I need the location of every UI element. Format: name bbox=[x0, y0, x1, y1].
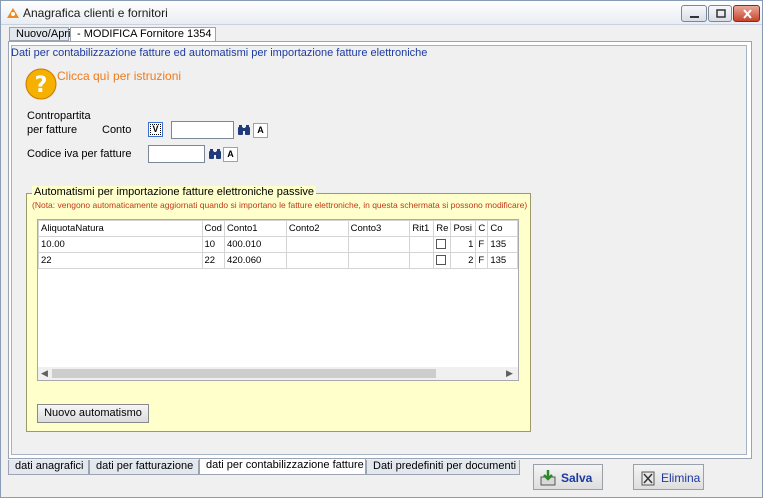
column-header[interactable]: Conto1 bbox=[223, 220, 287, 237]
window-title: Anagrafica clienti e fornitori bbox=[23, 6, 168, 20]
scrollbar-thumb[interactable] bbox=[52, 369, 436, 378]
cell-cod[interactable]: 22 bbox=[201, 252, 225, 269]
delete-label: Elimina bbox=[661, 471, 701, 485]
codice-iva-field[interactable] bbox=[148, 145, 205, 163]
title-bar[interactable]: Anagrafica clienti e fornitori bbox=[1, 1, 762, 25]
cell-aliquota[interactable]: 22 bbox=[38, 252, 203, 269]
column-header[interactable]: AliquotaNatura bbox=[38, 220, 203, 237]
cell-co[interactable]: 135 bbox=[487, 252, 518, 269]
column-header[interactable]: Co bbox=[487, 220, 518, 237]
close-button[interactable] bbox=[733, 5, 760, 22]
v-button[interactable]: V bbox=[148, 122, 163, 137]
minimize-icon bbox=[690, 16, 699, 18]
tab-modifica-fornitore[interactable]: - MODIFICA Fornitore 1354 bbox=[70, 27, 216, 42]
automatismi-grid[interactable]: AliquotaNatura Cod Conto1 Conto2 Conto3 … bbox=[37, 219, 519, 381]
cell-rit1[interactable] bbox=[409, 236, 435, 253]
save-icon bbox=[540, 470, 556, 486]
binoculars-icon[interactable] bbox=[208, 148, 222, 160]
automatismi-note: (Nota: vengono automaticamente aggiornat… bbox=[32, 200, 528, 210]
tab-dati-fatturazione[interactable]: dati per fatturazione bbox=[89, 460, 199, 475]
cell-conto3[interactable] bbox=[347, 252, 411, 269]
column-header[interactable]: C bbox=[475, 220, 489, 237]
tab-dati-contabilizzazione[interactable]: dati per contabilizzazione fatture bbox=[199, 459, 366, 475]
scroll-right-icon[interactable]: ▶ bbox=[506, 368, 513, 379]
save-button[interactable]: Salva bbox=[533, 464, 603, 490]
save-label: Salva bbox=[561, 471, 593, 485]
nuovo-automatismo-button[interactable]: Nuovo automatismo bbox=[37, 404, 149, 423]
tab-dati-anagrafici[interactable]: dati anagrafici bbox=[8, 460, 89, 475]
cell-re[interactable] bbox=[433, 236, 452, 253]
cell-conto1[interactable]: 420.060 bbox=[223, 252, 287, 269]
column-header[interactable]: Posi bbox=[450, 220, 477, 237]
tab-nuovo-apri[interactable]: Nuovo/Apri bbox=[9, 27, 70, 41]
conto-a-button[interactable]: A bbox=[253, 123, 268, 138]
cell-c[interactable]: F bbox=[475, 252, 489, 269]
scroll-left-icon[interactable]: ◀ bbox=[41, 368, 48, 379]
per-fatture-label: per fatture bbox=[27, 124, 78, 136]
minimize-button[interactable] bbox=[681, 5, 707, 22]
column-header[interactable]: Rit1 bbox=[409, 220, 435, 237]
automatismi-title: Automatismi per importazione fatture ele… bbox=[32, 186, 317, 198]
column-header[interactable]: Re bbox=[433, 220, 452, 237]
question-icon[interactable]: ? bbox=[25, 68, 57, 100]
cell-conto2[interactable] bbox=[285, 236, 349, 253]
cell-re[interactable] bbox=[433, 252, 452, 269]
maximize-icon bbox=[716, 9, 726, 18]
delete-button[interactable]: Elimina bbox=[633, 464, 704, 490]
table-row[interactable]: 22 22 420.060 2 F 135 bbox=[38, 252, 518, 269]
cell-conto2[interactable] bbox=[285, 252, 349, 269]
instructions-link[interactable]: Clicca quì per istruzioni bbox=[57, 69, 181, 83]
column-header[interactable]: Conto2 bbox=[285, 220, 349, 237]
re-checkbox[interactable] bbox=[436, 255, 447, 266]
cell-posi[interactable]: 2 bbox=[450, 252, 477, 269]
codice-iva-label: Codice iva per fatture bbox=[27, 148, 132, 160]
cell-co[interactable]: 135 bbox=[487, 236, 518, 253]
horizontal-scrollbar[interactable]: ◀ ▶ bbox=[38, 367, 518, 380]
codice-iva-a-button[interactable]: A bbox=[223, 147, 238, 162]
app-icon bbox=[7, 8, 19, 18]
contropartita-label: Contropartita bbox=[27, 110, 91, 122]
tab-dati-predefiniti[interactable]: Dati predefiniti per documenti bbox=[366, 460, 520, 475]
grid-header-row: AliquotaNatura Cod Conto1 Conto2 Conto3 … bbox=[38, 220, 518, 237]
close-icon bbox=[743, 9, 752, 19]
cell-cod[interactable]: 10 bbox=[201, 236, 225, 253]
binoculars-icon[interactable] bbox=[237, 124, 251, 136]
conto-field[interactable] bbox=[171, 121, 234, 139]
column-header[interactable]: Cod bbox=[201, 220, 225, 237]
section-header: Dati per contabilizzazione fatture ed au… bbox=[11, 47, 428, 59]
cell-c[interactable]: F bbox=[475, 236, 489, 253]
cell-conto1[interactable]: 400.010 bbox=[223, 236, 287, 253]
re-checkbox[interactable] bbox=[436, 239, 447, 250]
svg-text:?: ? bbox=[35, 73, 48, 98]
table-row[interactable]: 10.00 10 400.010 1 F 135 bbox=[38, 236, 518, 253]
conto-label: Conto bbox=[102, 124, 132, 136]
cell-posi[interactable]: 1 bbox=[450, 236, 477, 253]
cell-rit1[interactable] bbox=[409, 252, 435, 269]
cell-aliquota[interactable]: 10.00 bbox=[38, 236, 203, 253]
maximize-button[interactable] bbox=[708, 5, 732, 22]
delete-icon bbox=[641, 471, 655, 486]
cell-conto3[interactable] bbox=[347, 236, 411, 253]
column-header[interactable]: Conto3 bbox=[347, 220, 411, 237]
